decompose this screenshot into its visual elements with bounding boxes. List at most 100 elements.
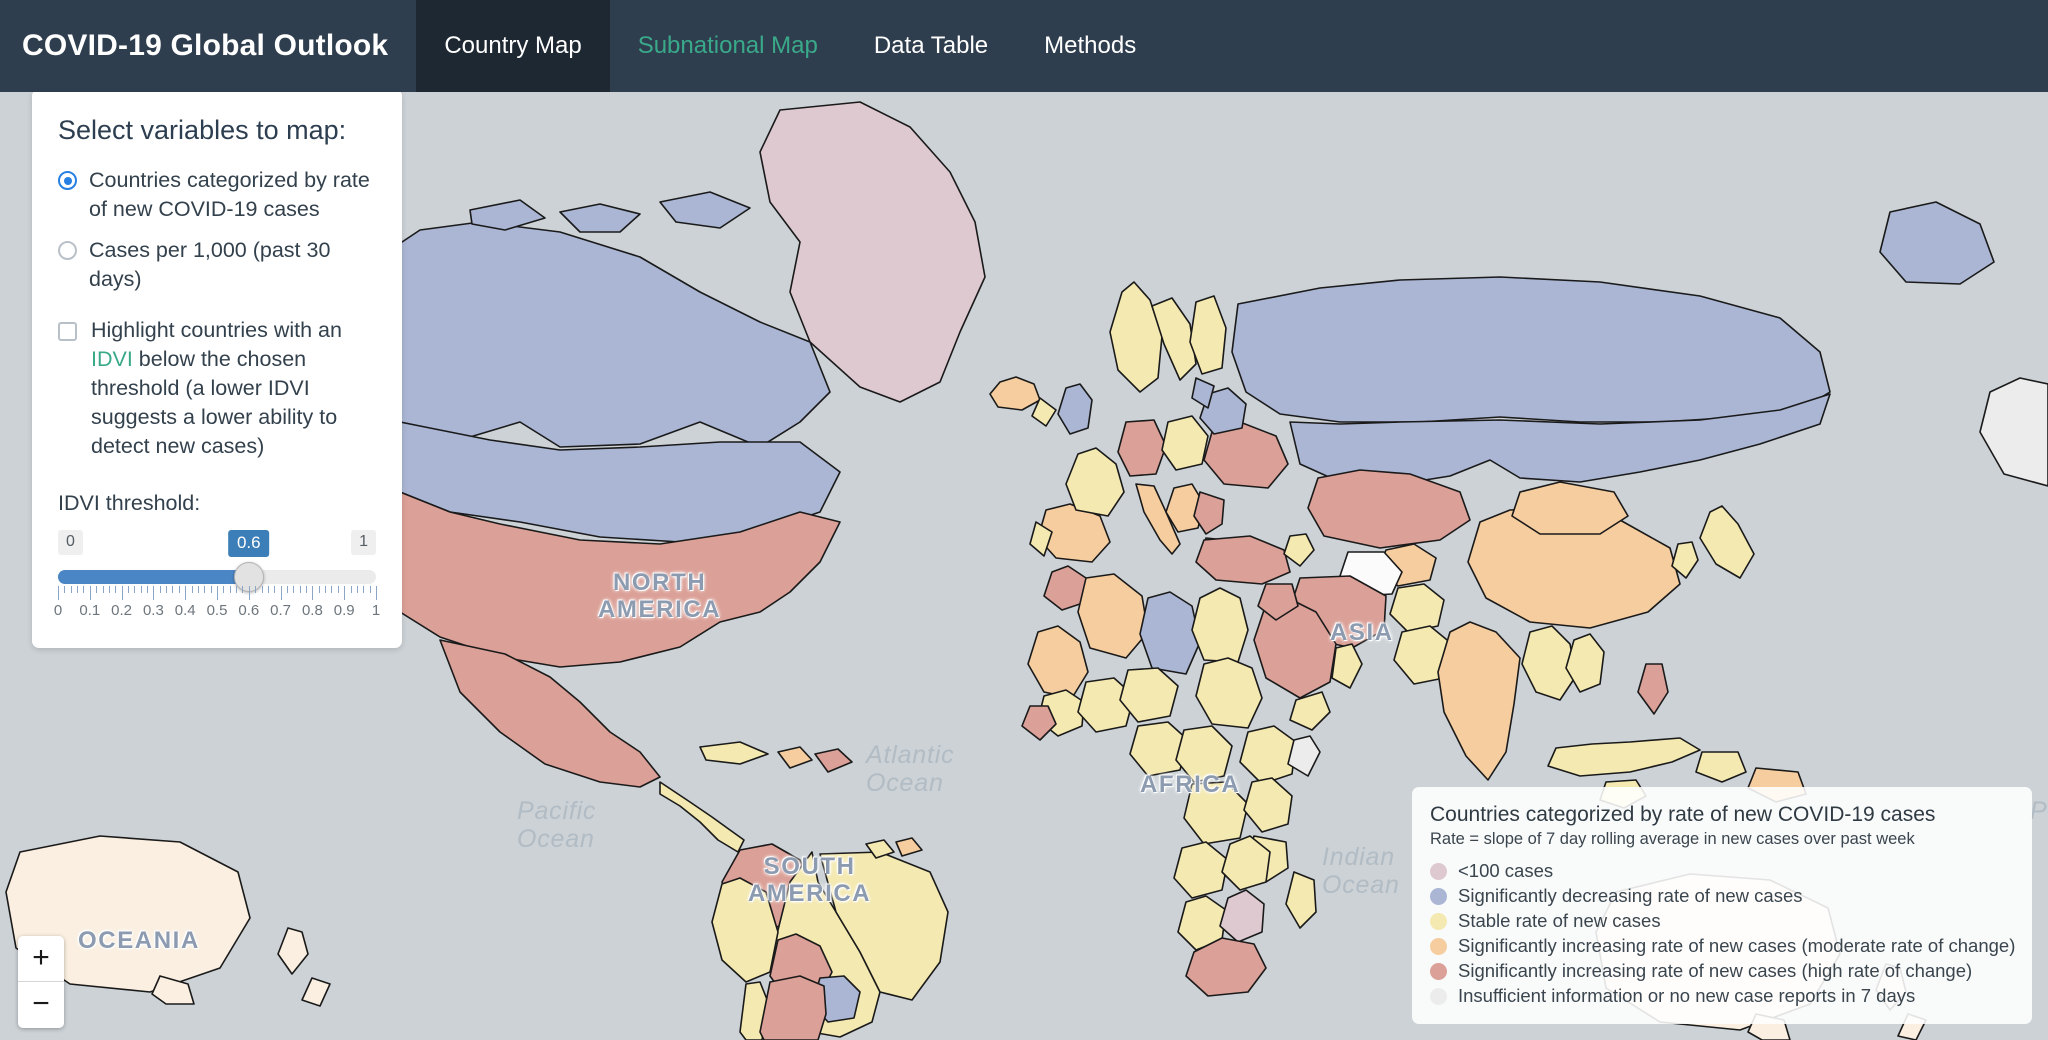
slider-tick-minor: [325, 586, 327, 594]
slider-tick-minor: [331, 586, 333, 594]
slider-tick-minor: [267, 586, 269, 594]
slider-value-chip: 0.6: [227, 530, 270, 558]
slider-tick-major: [280, 586, 282, 601]
slider-tick-minor: [337, 586, 339, 594]
panel-title: Select variables to map:: [58, 115, 347, 145]
slider-tick-label: 0.7: [270, 602, 292, 620]
slider-tick-minor: [64, 586, 66, 594]
checkbox-label-highlight-idvi: Highlight countries with an IDVI below t…: [91, 316, 376, 461]
legend-swatch-icon: [1430, 987, 1447, 1005]
slider-tick-major: [217, 586, 218, 601]
legend-row[interactable]: Significantly increasing rate of new cas…: [1430, 960, 2012, 982]
slider-tick-minor: [191, 586, 193, 594]
legend-swatch-icon: [1430, 962, 1447, 980]
radio-option-cases-per-1000[interactable]: Cases per 1,000 (past 30 days): [58, 236, 376, 294]
slider-tick-minor: [147, 586, 149, 594]
idvi-link[interactable]: IDVI: [91, 347, 133, 371]
slider-tick-minor: [369, 586, 371, 594]
slider-tick-major: [58, 586, 59, 601]
slider-tick-major: [344, 586, 346, 601]
slider-tick-minor: [127, 586, 129, 594]
slider-tick-label: 0.9: [333, 602, 355, 620]
slider-tick-label: 0.4: [174, 602, 196, 620]
legend-swatch-icon: [1430, 912, 1447, 930]
map-legend: Countries categorized by rate of new COV…: [1412, 787, 2032, 1024]
slider-tick-major: [121, 586, 123, 601]
slider-tick-label: 0.6: [238, 602, 260, 620]
zoom-in-button[interactable]: +: [18, 936, 64, 982]
radio-icon-selected[interactable]: [58, 171, 77, 190]
tab-country-map[interactable]: Country Map: [416, 0, 610, 92]
slider-tick-minor: [96, 586, 98, 594]
zoom-out-button[interactable]: −: [18, 982, 64, 1028]
legend-label: Stable rate of new cases: [1458, 910, 1661, 931]
legend-swatch-icon: [1430, 887, 1447, 905]
slider-tick-minor: [363, 586, 365, 594]
slider-tick-minor: [223, 586, 225, 594]
slider-tick-minor: [236, 586, 238, 594]
slider-tick-minor: [293, 586, 295, 594]
slider-tick-minor: [274, 586, 276, 594]
slider-tick-minor: [166, 586, 168, 594]
checkbox-row-highlight-idvi[interactable]: Highlight countries with an IDVI below t…: [58, 316, 376, 461]
legend-swatch-icon: [1430, 862, 1447, 880]
slider-tick-major: [248, 586, 250, 601]
idvi-threshold-slider[interactable]: 0 1 0.6 0 0.1 0.2 0.3 0.4 0.5 0.6 0.7 0.8 0.9 1: [54, 530, 380, 626]
tab-methods[interactable]: Methods: [1016, 0, 1164, 92]
map-zoom-controls[interactable]: + −: [18, 936, 64, 1028]
slider-tick-minor: [77, 586, 79, 594]
tab-subnational-map[interactable]: Subnational Map: [610, 0, 846, 92]
app-brand-title: COVID-19 Global Outlook: [22, 29, 389, 62]
slider-tick-minor: [210, 586, 212, 594]
slider-tick-major: [376, 586, 377, 601]
slider-tick-label: 1: [371, 602, 381, 620]
slider-title: IDVI threshold:: [58, 491, 201, 516]
slider-tick-minor: [108, 586, 110, 594]
legend-row[interactable]: <100 cases: [1430, 860, 2012, 882]
slider-tick-label: 0.2: [111, 602, 133, 620]
slider-tick-label: 0.3: [142, 602, 164, 620]
checkbox-icon-highlight-idvi[interactable]: [58, 322, 77, 342]
legend-title: Countries categorized by rate of new COV…: [1430, 803, 1936, 826]
slider-tick-minor: [242, 586, 244, 594]
slider-tick-major: [185, 586, 187, 601]
slider-max-chip: 1: [351, 530, 376, 556]
slider-tick-labels: 0 0.1 0.2 0.3 0.4 0.5 0.6 0.7 0.8 0.9 1: [54, 602, 380, 624]
slider-tick-minor: [83, 586, 85, 594]
slider-track[interactable]: [58, 570, 376, 585]
slider-tick-major: [153, 586, 155, 601]
slider-tick-label: 0.5: [206, 602, 228, 620]
radio-icon-unselected[interactable]: [58, 241, 77, 261]
legend-label: Significantly increasing rate of new cas…: [1458, 935, 2016, 956]
legend-row[interactable]: Significantly decreasing rate of new cas…: [1430, 885, 2012, 907]
slider-tick-minor: [299, 586, 301, 594]
slider-tick-minor: [115, 586, 117, 594]
legend-row[interactable]: Insufficient information or no new case …: [1430, 985, 2012, 1007]
radio-option-rate-categories[interactable]: Countries categorized by rate of new COV…: [58, 166, 376, 224]
slider-tick-minor: [356, 586, 358, 594]
slider-tick-minor: [229, 586, 231, 594]
tab-data-table[interactable]: Data Table: [846, 0, 1016, 92]
idvi-threshold-slider-block: IDVI threshold: 0 1 0.6 0 0.1 0.2 0.3 0.4 0.5…: [54, 491, 380, 626]
legend-label: Significantly decreasing rate of new cas…: [1458, 885, 1803, 906]
slider-tick-minor: [255, 586, 257, 594]
slider-tick-minor: [140, 586, 142, 594]
slider-tick-minor: [197, 586, 199, 594]
slider-ticks: [58, 586, 377, 601]
slider-tick-minor: [178, 586, 180, 594]
slider-min-chip: 0: [58, 530, 83, 556]
radio-option-label-cases-per-1000: Cases per 1,000 (past 30 days): [89, 238, 331, 292]
slider-tick-minor: [306, 586, 308, 594]
slider-tick-minor: [102, 586, 104, 594]
slider-tick-minor: [70, 586, 72, 594]
slider-tick-major: [312, 586, 314, 601]
slider-tick-label: 0: [53, 602, 63, 620]
legend-row[interactable]: Significantly increasing rate of new cas…: [1430, 935, 2016, 957]
slider-track-fill: [58, 570, 249, 585]
slider-tick-label: 0.8: [301, 602, 323, 620]
legend-row[interactable]: Stable rate of new cases: [1430, 910, 2012, 932]
slider-tick-minor: [318, 586, 320, 594]
navbar: COVID-19 Global Outlook Country Map Subn…: [0, 0, 2048, 92]
slider-tick-major: [89, 586, 91, 601]
slider-tick-minor: [159, 586, 161, 594]
